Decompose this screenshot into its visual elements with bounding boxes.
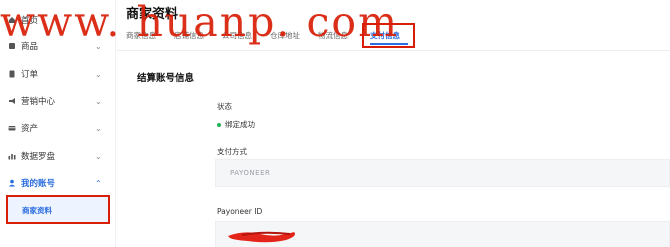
payoneer-id-field[interactable] [215, 221, 670, 247]
megaphone-icon [8, 97, 16, 105]
payment-method-label: 支付方式 [217, 147, 247, 156]
status-label: 状态 [217, 102, 232, 111]
sidebar-item-my-account[interactable]: 我的账号 ⌃ [0, 170, 116, 196]
payment-method-value: PAYONEER [230, 169, 271, 177]
payment-method-field[interactable]: PAYONEER [215, 159, 670, 187]
payoneer-id-label: Payoneer ID [217, 207, 263, 216]
chevron-down-icon: ⌄ [95, 41, 102, 51]
divider [117, 50, 670, 51]
chevron-up-icon: ⌃ [95, 178, 102, 188]
wallet-icon [8, 124, 16, 132]
sidebar-item-data-compass[interactable]: 数据罗盘 ⌄ [0, 143, 116, 169]
chevron-down-icon: ⌄ [95, 151, 102, 161]
tab-store-info[interactable]: 店铺信息 [174, 30, 204, 41]
sidebar-item-home[interactable]: 首页 [0, 7, 116, 33]
tab-company-info[interactable]: 公司信息 [222, 30, 252, 41]
sidebar-item-label: 营销中心 [21, 97, 56, 107]
chart-icon [8, 152, 16, 160]
box-icon [8, 42, 16, 50]
sidebar-item-label: 资产 [21, 124, 39, 134]
main-content: 商家资料 商家信息 店铺信息 公司信息 仓库地址 物流信息 支付信息 结算账号信… [117, 0, 670, 247]
home-icon [8, 16, 16, 24]
sidebar-item-marketing[interactable]: 营销中心 ⌄ [0, 88, 116, 114]
sidebar-item-label: 我的账号 [21, 179, 56, 189]
sidebar-item-label: 数据罗盘 [21, 152, 56, 162]
sidebar-item-label: 商品 [21, 42, 39, 52]
tab-warehouse-address[interactable]: 仓库地址 [270, 30, 300, 41]
status-value: 绑定成功 [217, 119, 255, 130]
status-dot-icon [217, 122, 221, 127]
redaction-scribble [228, 231, 295, 243]
user-icon [8, 179, 16, 187]
chevron-down-icon: ⌄ [95, 69, 102, 79]
tab-highlight-box [362, 23, 415, 48]
sidebar-subitem-label: 商家资料 [22, 206, 52, 215]
sidebar-item-label: 订单 [21, 70, 39, 80]
chevron-down-icon: ⌄ [95, 96, 102, 106]
status-text: 绑定成功 [225, 120, 255, 129]
sidebar-item-orders[interactable]: 订单 ⌄ [0, 61, 116, 87]
sidebar: 首页 商品 ⌄ 订单 ⌄ 营销中心 ⌄ 资产 ⌄ 数据罗盘 ⌄ 我的账号 ⌃ 商… [0, 0, 116, 247]
sidebar-subitem-merchant-profile[interactable]: 商家资料 [6, 195, 110, 224]
page-title: 商家资料 [126, 7, 179, 22]
sidebar-item-products[interactable]: 商品 ⌄ [0, 33, 116, 59]
section-title: 结算账号信息 [137, 73, 195, 84]
tab-logistics-info[interactable]: 物流信息 [318, 30, 348, 41]
tab-merchant-info[interactable]: 商家信息 [126, 30, 156, 41]
chevron-down-icon: ⌄ [95, 123, 102, 133]
order-icon [8, 70, 16, 78]
sidebar-item-label: 首页 [21, 16, 39, 26]
sidebar-item-assets[interactable]: 资产 ⌄ [0, 115, 116, 141]
